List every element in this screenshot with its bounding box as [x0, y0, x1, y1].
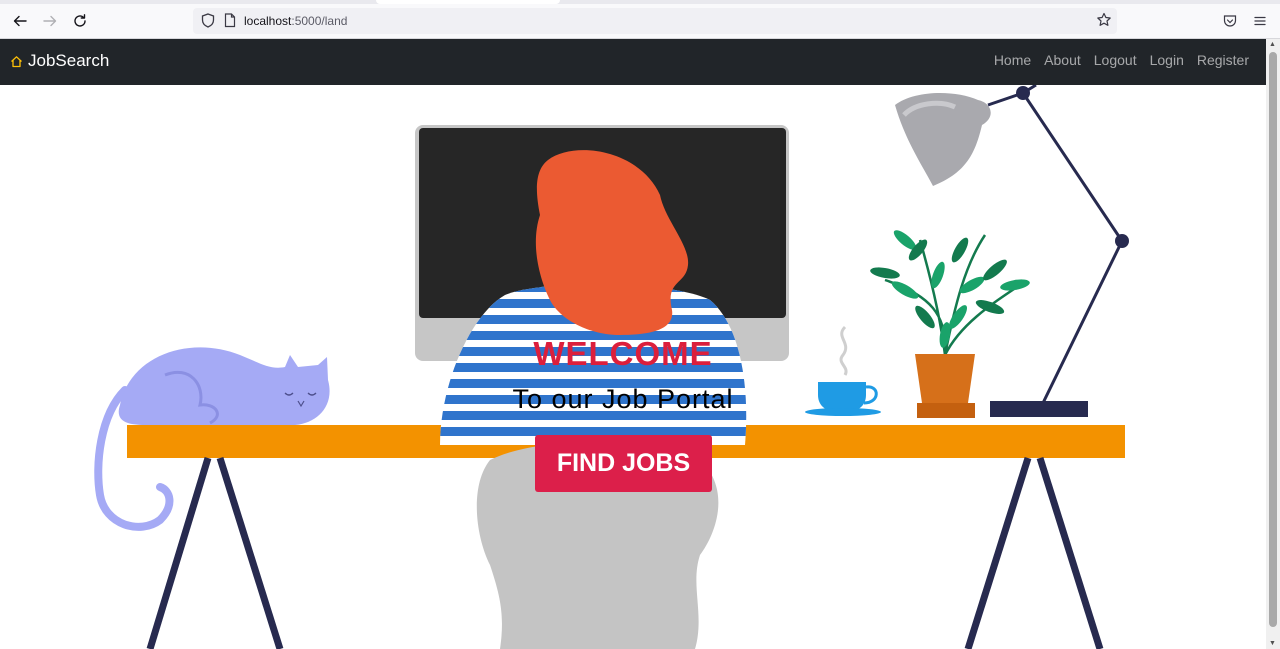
nav-link-about[interactable]: About	[1044, 52, 1081, 68]
url-text[interactable]: localhost:5000/land	[244, 14, 347, 28]
browser-toolbar: localhost:5000/land	[0, 4, 1280, 39]
url-host: localhost	[244, 14, 292, 28]
brand-link[interactable]: JobSearch	[10, 51, 109, 71]
brand-text: JobSearch	[28, 51, 110, 70]
hero-section: WELCOME To our Job Portal FIND JOBS	[0, 85, 1266, 649]
welcome-subtitle: To our Job Portal	[512, 384, 734, 414]
site-navbar: JobSearch Home About Logout Login Regist…	[0, 39, 1266, 85]
shield-icon[interactable]	[201, 13, 215, 33]
home-icon	[10, 55, 23, 68]
nav-links: Home About Logout Login Register	[994, 52, 1266, 68]
scrollbar-thumb[interactable]	[1269, 52, 1277, 627]
page-icon[interactable]	[224, 13, 236, 33]
pocket-icon[interactable]	[1218, 9, 1242, 33]
scroll-up-icon[interactable]: ▲	[1269, 41, 1276, 48]
star-icon[interactable]	[1096, 12, 1112, 33]
nav-link-logout[interactable]: Logout	[1094, 52, 1137, 68]
find-jobs-button[interactable]: FIND JOBS	[535, 435, 712, 492]
nav-link-register[interactable]: Register	[1197, 52, 1249, 68]
page-scrollbar[interactable]: ▲ ▼	[1266, 39, 1280, 649]
scroll-down-icon[interactable]: ▼	[1269, 640, 1276, 647]
reload-icon[interactable]	[68, 9, 92, 33]
url-path: :5000/land	[291, 14, 348, 28]
nav-link-home[interactable]: Home	[994, 52, 1031, 68]
nav-link-login[interactable]: Login	[1150, 52, 1184, 68]
menu-icon[interactable]	[1248, 9, 1272, 33]
welcome-heading: WELCOME	[533, 335, 713, 372]
back-arrow-icon[interactable]	[8, 9, 32, 33]
address-bar[interactable]: localhost:5000/land	[193, 8, 1117, 34]
forward-arrow-icon[interactable]	[38, 9, 62, 33]
